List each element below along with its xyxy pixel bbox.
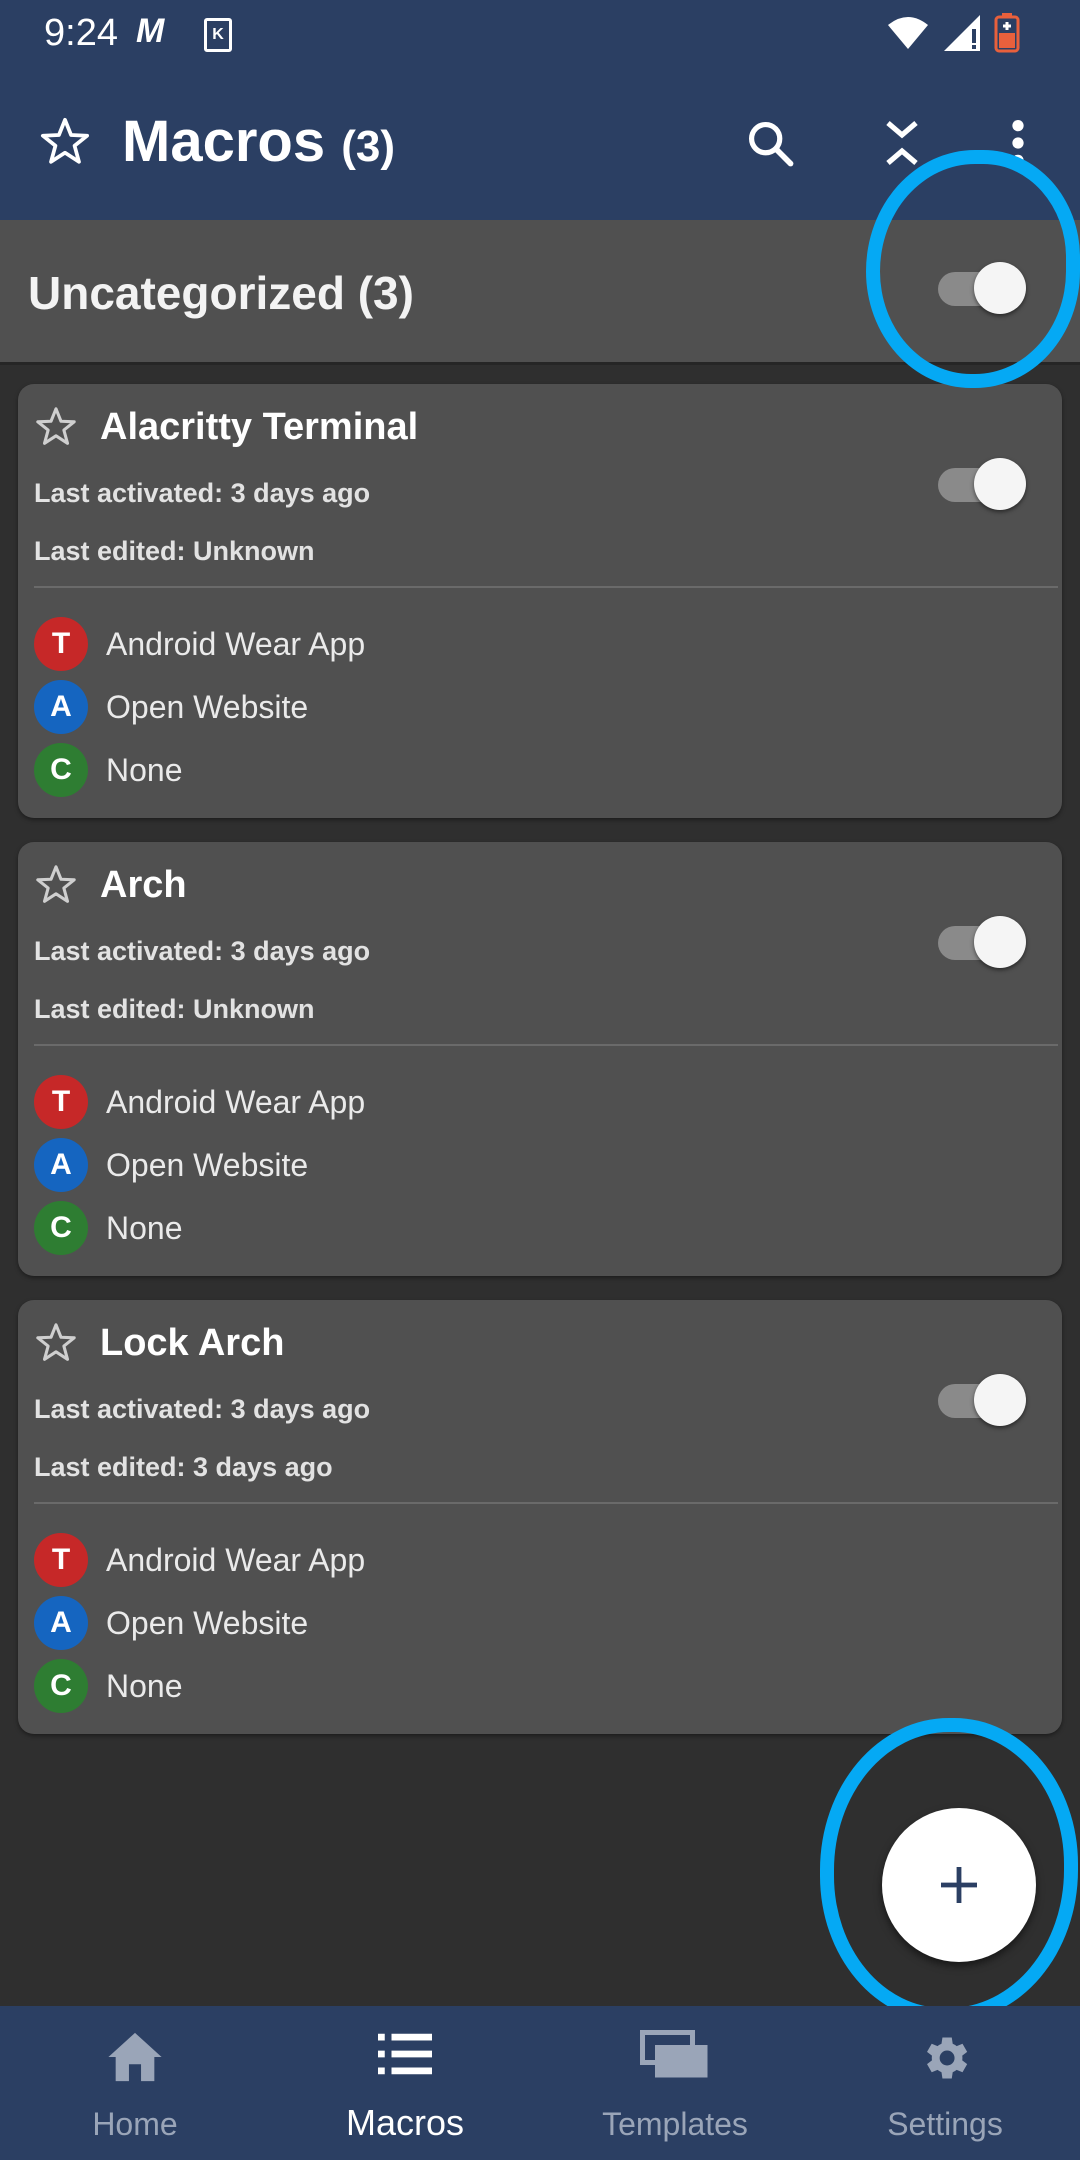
action-text: Open Website [106, 1146, 309, 1183]
page-title: Macros (3) [122, 108, 395, 175]
last-edited: Last edited: Unknown [34, 536, 315, 566]
macro-card[interactable]: Lock Arch Last activated: 3 days ago Las… [18, 1300, 1062, 1734]
constraint-badge: C [34, 1659, 88, 1713]
star-outline-icon[interactable] [36, 114, 94, 175]
search-button[interactable] [738, 111, 802, 175]
last-edited: Last edited: 3 days ago [34, 1452, 333, 1482]
nav-item-templates[interactable]: Templates [540, 2006, 810, 2160]
trigger-row: T Android Wear App [34, 1532, 365, 1588]
macro-toggle[interactable] [934, 1374, 1028, 1426]
divider [34, 586, 1058, 588]
macro-title: Alacritty Terminal [100, 406, 419, 448]
action-text: Open Website [106, 688, 309, 725]
divider [34, 1044, 1058, 1046]
toggle-thumb [974, 458, 1026, 510]
nav-label: Macros [345, 2102, 465, 2143]
battery-icon [994, 13, 1020, 53]
trigger-text: Android Wear App [106, 1083, 366, 1120]
m-notification-icon: M [136, 12, 164, 50]
toggle-thumb [974, 916, 1026, 968]
list-icon [378, 2033, 432, 2075]
trigger-row: T Android Wear App [34, 616, 365, 672]
signal-icon [944, 15, 980, 51]
nav-item-settings[interactable]: Settings [810, 2006, 1080, 2160]
wifi-icon [888, 17, 928, 49]
action-row: A Open Website [34, 679, 308, 735]
nav-item-home[interactable]: Home [0, 2006, 270, 2160]
status-icons [886, 10, 1020, 56]
action-badge: A [34, 680, 88, 734]
nav-label: Home [92, 2106, 178, 2142]
action-badge: A [34, 1596, 88, 1650]
trigger-badge: T [34, 617, 88, 671]
action-row: A Open Website [34, 1137, 308, 1193]
macro-toggle[interactable] [934, 916, 1028, 968]
trigger-badge: T [34, 1533, 88, 1587]
nav-item-macros[interactable]: Macros [270, 2006, 540, 2160]
k-notification-icon: K [204, 18, 232, 52]
last-activated: Last activated: 3 days ago [34, 936, 371, 966]
nav-label: Templates [602, 2106, 748, 2142]
macro-card[interactable]: Arch Last activated: 3 days ago Last edi… [18, 842, 1062, 1276]
star-outline-icon[interactable] [32, 1320, 80, 1371]
page-title-text: Macros [122, 109, 326, 174]
trigger-badge: T [34, 1075, 88, 1129]
macro-toggle[interactable] [934, 458, 1028, 510]
search-icon [748, 121, 794, 167]
status-time: 9:24 [44, 12, 118, 54]
macro-card[interactable]: Alacritty Terminal Last activated: 3 day… [18, 384, 1062, 818]
divider [34, 1502, 1058, 1504]
home-icon [108, 2032, 162, 2082]
templates-icon [640, 2030, 708, 2078]
action-text: Open Website [106, 1604, 309, 1641]
nav-label: Settings [887, 2106, 1003, 2142]
macro-title: Arch [100, 864, 187, 906]
constraint-row: C None [34, 742, 183, 798]
last-activated: Last activated: 3 days ago [34, 1394, 371, 1424]
last-activated: Last activated: 3 days ago [34, 478, 371, 508]
highlight-ring-annotation [866, 150, 1080, 388]
bottom-navigation: Home Macros Templates Settings [0, 2006, 1080, 2160]
action-badge: A [34, 1138, 88, 1192]
constraint-text: None [106, 751, 183, 788]
trigger-text: Android Wear App [106, 1541, 366, 1578]
constraint-badge: C [34, 743, 88, 797]
constraint-row: C None [34, 1200, 183, 1256]
collapse-icon [886, 121, 918, 165]
constraint-badge: C [34, 1201, 88, 1255]
star-outline-icon[interactable] [32, 404, 80, 455]
constraint-row: C None [34, 1658, 183, 1714]
constraint-text: None [106, 1209, 183, 1246]
constraint-text: None [106, 1667, 183, 1704]
highlight-ring-annotation [820, 1718, 1078, 2022]
category-title: Uncategorized (3) [28, 267, 414, 319]
macro-title: Lock Arch [100, 1322, 285, 1364]
trigger-text: Android Wear App [106, 625, 366, 662]
last-edited: Last edited: Unknown [34, 994, 315, 1024]
gear-icon [927, 2037, 968, 2079]
action-row: A Open Website [34, 1595, 308, 1651]
toggle-thumb [974, 1374, 1026, 1426]
page-title-count: (3) [341, 122, 395, 171]
status-bar: 9:24 M K [0, 0, 1080, 66]
trigger-row: T Android Wear App [34, 1074, 365, 1130]
star-outline-icon[interactable] [32, 862, 80, 913]
